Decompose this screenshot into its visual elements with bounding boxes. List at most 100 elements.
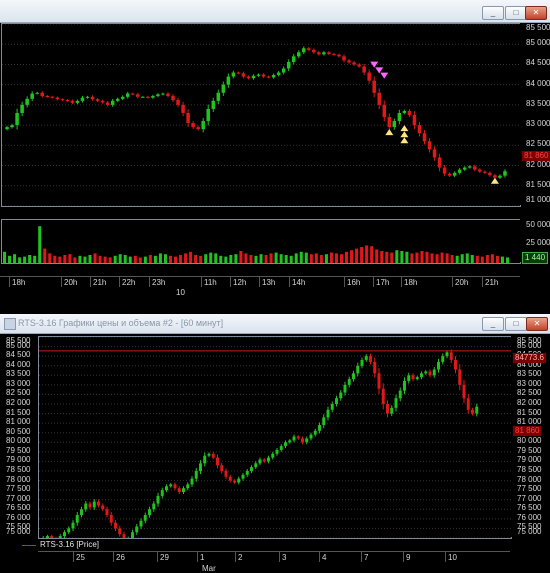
candle-body <box>357 64 361 67</box>
minimize-button[interactable]: _ <box>482 317 504 331</box>
price-tick: 81 000 <box>517 417 542 427</box>
volume-bar <box>415 252 419 263</box>
maximize-button[interactable]: □ <box>505 317 527 331</box>
candle-body <box>360 359 364 366</box>
price-tick: 82 000 <box>517 398 542 407</box>
candle-body <box>291 56 296 63</box>
candle-body <box>411 375 415 380</box>
candle-body <box>330 404 334 410</box>
candle-body <box>292 436 296 441</box>
volume-bar <box>199 255 203 263</box>
bottom-time-axis[interactable]: 25 26 29 1 2 3 4 7 9 10 Mar <box>38 551 510 573</box>
volume-bar <box>395 250 399 263</box>
time-separator <box>230 277 231 287</box>
candle-body <box>462 167 467 170</box>
candle-body <box>46 536 49 538</box>
candle-body <box>115 98 120 101</box>
candle-body <box>466 398 470 410</box>
volume-bar <box>73 257 77 263</box>
candle-body <box>40 92 44 96</box>
candle-body <box>337 54 341 57</box>
price-scale[interactable]: 85 500 85 000 84 500 84 000 83 500 83 000 82 5… <box>520 23 550 205</box>
volume-bar <box>244 253 248 263</box>
maximize-button[interactable]: □ <box>505 6 527 20</box>
price-pane-60min[interactable] <box>38 336 512 539</box>
bottom-chart-window: RTS-3.16 Графики цены и объема #2 - [60 … <box>0 314 550 573</box>
candle-body <box>85 96 90 98</box>
volume-bar <box>209 252 213 263</box>
candle-body <box>347 379 351 385</box>
candle-body <box>347 60 351 63</box>
price-tick: 83 000 <box>526 119 550 129</box>
candle-body <box>288 440 292 443</box>
date-label: 10 <box>176 288 185 296</box>
volume-bar <box>355 248 359 263</box>
candle-body <box>313 430 317 435</box>
top-window-titlebar[interactable]: _ □ ✕ <box>0 0 550 23</box>
candle-body <box>457 169 462 173</box>
time-separator <box>403 552 404 562</box>
volume-bar <box>304 252 308 263</box>
candle-body <box>284 442 287 447</box>
volume-bar <box>329 252 333 263</box>
candle-body <box>166 93 170 96</box>
candle-body <box>468 166 472 168</box>
candle-body <box>216 92 221 101</box>
price-tick: 85 500 <box>526 23 550 32</box>
candle-body <box>281 68 286 73</box>
right-price-scale[interactable]: 85 50085 00084 50084 00083 50083 00082 5… <box>511 336 550 537</box>
price-pane[interactable] <box>1 23 521 207</box>
candle-body <box>5 127 9 130</box>
price-tick: 82 000 <box>6 398 31 407</box>
candle-body <box>352 373 355 380</box>
candle-body <box>241 474 245 479</box>
volume-bar <box>38 226 42 263</box>
candle-body <box>267 457 270 462</box>
candle-body <box>403 381 406 391</box>
candle-body <box>50 96 55 98</box>
volume-bar <box>390 252 394 263</box>
price-tick: 78 000 <box>6 474 31 484</box>
bottom-window-titlebar[interactable]: RTS-3.16 Графики цены и объема #2 - [60 … <box>0 314 550 334</box>
top-time-axis[interactable]: 18h 20h 21h 22h 23h 11h 12h 13h 14h 16h 17h 18h 20h 2… <box>0 276 520 296</box>
candle-body <box>241 73 246 77</box>
candle-body <box>190 478 194 485</box>
candle-body <box>228 476 232 481</box>
candle-body <box>246 76 251 79</box>
candle-body <box>176 100 180 105</box>
volume-bar <box>179 255 183 263</box>
candle-body <box>493 175 497 178</box>
candle-body <box>65 100 70 102</box>
price-tick: 82 500 <box>6 388 31 398</box>
price-tick: 81 000 <box>6 417 31 427</box>
candle-body <box>458 369 462 385</box>
candle-body <box>143 515 147 521</box>
volume-pane[interactable] <box>1 219 521 264</box>
candle-body <box>335 398 338 404</box>
price-tick: 85 000 <box>6 340 31 350</box>
price-tick: 76 500 <box>517 503 542 513</box>
volume-scale[interactable]: 50 000 25 000 1 440 <box>520 219 550 264</box>
candle-body <box>141 96 145 98</box>
candle-body <box>392 121 397 128</box>
candle-body <box>221 84 226 93</box>
candle-body <box>454 359 457 370</box>
candle-body <box>75 515 79 523</box>
candle-body <box>339 392 343 399</box>
candle-body <box>70 100 75 103</box>
volume-bar <box>339 254 344 263</box>
volume-bar <box>400 251 404 263</box>
time-label: 29 <box>160 553 169 562</box>
candle-body <box>437 157 442 168</box>
high-level-badge: 84773.6 <box>513 353 546 363</box>
close-button[interactable]: ✕ <box>526 317 548 331</box>
candle-body <box>498 175 502 178</box>
candle-body <box>20 104 24 113</box>
minimize-button[interactable]: _ <box>482 6 504 20</box>
close-button[interactable]: ✕ <box>525 6 547 20</box>
volume-tick: 50 000 <box>526 220 550 229</box>
volume-bar <box>13 254 17 263</box>
candle-body <box>169 484 173 487</box>
left-price-scale[interactable]: 85 500 85 000 84 500 84 000 83 500 83 000 82 5… <box>0 336 37 537</box>
volume-bar <box>123 255 127 263</box>
